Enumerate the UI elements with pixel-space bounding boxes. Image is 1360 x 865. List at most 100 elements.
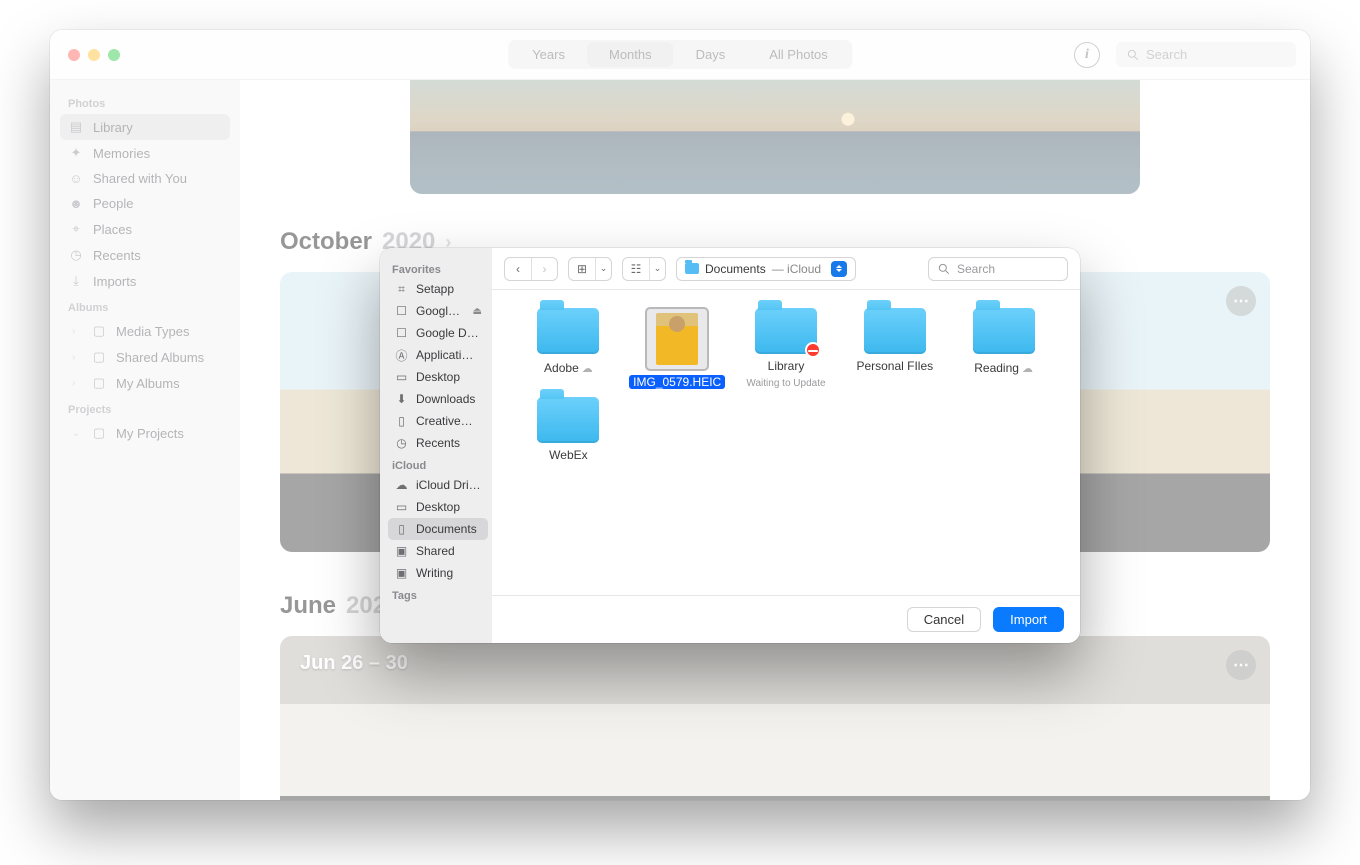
- back-button[interactable]: ‹: [505, 258, 531, 280]
- sidebar-section-albums: Albums: [60, 294, 230, 318]
- camera-icon: ☐: [394, 305, 409, 318]
- desktop-icon: ▭: [394, 371, 409, 384]
- group-by-button[interactable]: ☷⌄: [622, 257, 666, 281]
- chevron-right-icon: ›: [72, 352, 82, 363]
- fav-creative[interactable]: ▯Creative…: [388, 410, 488, 432]
- card-title: Jun 26 – 30: [300, 652, 408, 675]
- album-icon: ▢: [91, 323, 107, 339]
- search-field[interactable]: Search: [1116, 42, 1296, 67]
- fav-google-drive[interactable]: ☐Google D…: [388, 322, 488, 344]
- fav-downloads[interactable]: ⬇Downloads: [388, 388, 488, 410]
- file-item-webex[interactable]: WebEx: [518, 397, 619, 462]
- file-item-reading[interactable]: Reading☁: [953, 308, 1054, 389]
- titlebar: Years Months Days All Photos i Search: [50, 30, 1310, 80]
- grid-icon: ⌗: [394, 283, 409, 296]
- import-open-panel: Favorites ⌗Setapp ☐Googl…⏏ ☐Google D… ⒶA…: [380, 248, 1080, 643]
- card-more-button[interactable]: ⋯: [1226, 286, 1256, 316]
- chevron-right-icon: ›: [72, 378, 82, 389]
- sharedfolder-icon: ▣: [394, 545, 409, 558]
- location-stepper-icon: [831, 261, 847, 277]
- folder-icon: [537, 308, 599, 354]
- fav-applications[interactable]: ⒶApplicati…: [388, 344, 488, 366]
- sidebar-item-imports[interactable]: ⤓Imports: [60, 268, 230, 294]
- sidebar-item-media-types[interactable]: ›▢Media Types: [64, 318, 230, 344]
- clock-icon: ◷: [68, 247, 84, 263]
- segment-months[interactable]: Months: [587, 42, 674, 67]
- open-panel-search[interactable]: Search: [928, 257, 1068, 281]
- chevron-down-icon: ⌄: [649, 258, 665, 280]
- shared-icon: ☺: [68, 171, 84, 186]
- sidebar-item-my-projects[interactable]: ⌄▢My Projects: [64, 420, 230, 446]
- app-sidebar: Photos ▤Library ✦Memories ☺Shared with Y…: [50, 80, 240, 800]
- open-panel-toolbar: ‹ › ⊞⌄ ☷⌄ Documents — iCloud: [492, 248, 1080, 290]
- icloud-writing[interactable]: ▣Writing: [388, 562, 488, 584]
- file-item-img-0579[interactable]: IMG_0579.HEIC: [627, 308, 728, 389]
- eject-icon[interactable]: ⏏: [473, 306, 482, 317]
- sparkle-icon: ✦: [68, 145, 84, 161]
- forward-button[interactable]: ›: [531, 258, 557, 280]
- open-panel-sidebar: Favorites ⌗Setapp ☐Googl…⏏ ☐Google D… ⒶA…: [380, 248, 492, 643]
- file-item-adobe[interactable]: Adobe☁: [518, 308, 619, 389]
- sidebar-section-photos: Photos: [60, 90, 230, 114]
- fav-google-drive-mounted[interactable]: ☐Googl…⏏: [388, 300, 488, 322]
- sidebar-item-shared-with-you[interactable]: ☺Shared with You: [60, 166, 230, 191]
- icloud-documents[interactable]: ▯Documents: [388, 518, 488, 540]
- month-card-jun-2021[interactable]: Jun 26 – 30 ⋯: [280, 636, 1270, 800]
- zoom-window-button[interactable]: [108, 49, 120, 61]
- file-grid: Adobe☁ IMG_0579.HEIC Library Waiting to …: [492, 290, 1080, 595]
- nav-back-forward: ‹ ›: [504, 257, 558, 281]
- sidebar-item-places[interactable]: ⌖Places: [60, 216, 230, 242]
- minimize-window-button[interactable]: [88, 49, 100, 61]
- icloud-drive[interactable]: ☁iCloud Dri…: [388, 474, 488, 496]
- segment-days[interactable]: Days: [674, 42, 748, 67]
- import-icon: ⤓: [68, 273, 84, 289]
- file-item-library[interactable]: Library Waiting to Update: [736, 308, 837, 389]
- info-button[interactable]: i: [1074, 42, 1100, 68]
- open-panel-footer: Cancel Import: [492, 595, 1080, 643]
- album-icon: ▢: [91, 349, 107, 365]
- photos-app-window: Years Months Days All Photos i Search Ph…: [50, 30, 1310, 800]
- search-icon: [937, 262, 951, 276]
- camera-icon: ☐: [394, 327, 409, 340]
- image-thumbnail: [646, 308, 708, 370]
- sidebar-item-recents[interactable]: ◷Recents: [60, 242, 230, 268]
- sidebar-item-library[interactable]: ▤Library: [60, 114, 230, 140]
- cloud-download-icon: ☁: [1022, 363, 1033, 375]
- close-window-button[interactable]: [68, 49, 80, 61]
- search-placeholder: Search: [1146, 47, 1187, 62]
- sidebar-item-memories[interactable]: ✦Memories: [60, 140, 230, 166]
- group-icon: ☷: [623, 258, 649, 280]
- sidebar-item-my-albums[interactable]: ›▢My Albums: [64, 370, 230, 396]
- month-hero-image[interactable]: [410, 80, 1140, 194]
- openpanel-section-tags: Tags: [388, 584, 488, 604]
- location-popup[interactable]: Documents — iCloud: [676, 257, 856, 281]
- apps-icon: Ⓐ: [394, 349, 409, 362]
- icloud-desktop[interactable]: ▭Desktop: [388, 496, 488, 518]
- file-item-personal-files[interactable]: Personal FIles: [844, 308, 945, 389]
- openpanel-section-favorites: Favorites: [388, 258, 488, 278]
- folder-icon: [685, 263, 699, 274]
- fav-desktop[interactable]: ▭Desktop: [388, 366, 488, 388]
- cancel-button[interactable]: Cancel: [907, 607, 981, 632]
- icon-view-icon: ⊞: [569, 258, 595, 280]
- view-mode-icon-view[interactable]: ⊞⌄: [568, 257, 612, 281]
- window-controls: [50, 49, 120, 61]
- folder-icon-blocked: [755, 308, 817, 354]
- segment-years[interactable]: Years: [510, 42, 587, 67]
- import-button[interactable]: Import: [993, 607, 1064, 632]
- download-icon: ⬇: [394, 393, 409, 406]
- folder-icon: [537, 397, 599, 443]
- fav-setapp[interactable]: ⌗Setapp: [388, 278, 488, 300]
- card-more-button[interactable]: ⋯: [1226, 650, 1256, 680]
- folder-icon: [864, 308, 926, 354]
- doc-icon: ▯: [394, 415, 409, 428]
- sidebar-item-shared-albums[interactable]: ›▢Shared Albums: [64, 344, 230, 370]
- photo-stack-icon: ▤: [68, 119, 84, 135]
- chevron-right-icon: ›: [72, 326, 82, 337]
- chevron-down-icon: ⌄: [595, 258, 611, 280]
- sidebar-item-people[interactable]: ☻People: [60, 191, 230, 216]
- fav-recents[interactable]: ◷Recents: [388, 432, 488, 454]
- segment-all-photos[interactable]: All Photos: [747, 42, 850, 67]
- icloud-shared[interactable]: ▣Shared: [388, 540, 488, 562]
- chevron-down-icon: ⌄: [72, 428, 82, 439]
